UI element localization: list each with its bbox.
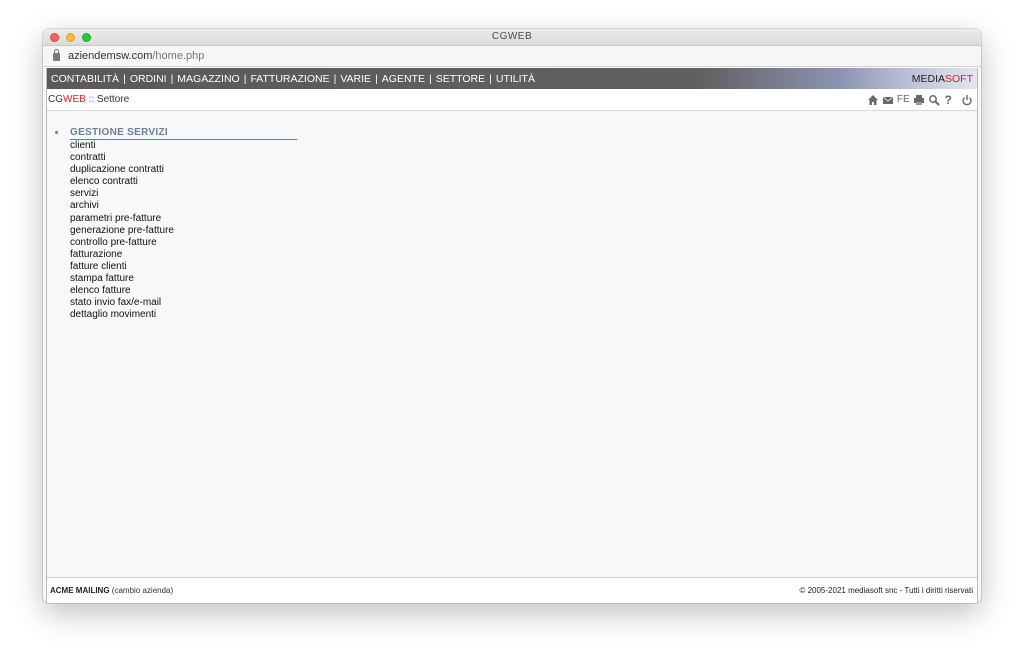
main-menu-bar: CONTABILITÀ | ORDINI | MAGAZZINO | FATTURAZION… <box>47 68 977 89</box>
main-menu: CONTABILITÀ | ORDINI | MAGAZZINO | FATTURAZION… <box>51 73 535 85</box>
menu-separator: | <box>333 72 337 85</box>
url-path: /home.php <box>152 50 205 62</box>
sub-header: CGWEB :: Settore FE ? <box>47 89 977 111</box>
lock-icon <box>53 49 60 61</box>
fe-button[interactable]: FE <box>897 94 910 105</box>
section-link[interactable]: parametri pre-fatture <box>70 213 977 225</box>
section-link[interactable]: contratti <box>70 152 977 164</box>
menu-separator: | <box>489 72 492 85</box>
menu-item-agente[interactable]: AGENTE <box>382 73 425 85</box>
section-title[interactable]: GESTIONE SERVIZI <box>70 127 297 140</box>
breadcrumb-separator: :: <box>85 94 97 105</box>
address-bar[interactable]: aziendemsw.com/home.php <box>43 46 981 67</box>
breadcrumb: CGWEB :: Settore <box>48 94 129 105</box>
menu-separator: | <box>375 72 378 85</box>
section-link[interactable]: controllo pre-fatture <box>70 237 977 249</box>
menu-item-fatturazione[interactable]: FATTURAZIONE <box>250 73 329 85</box>
menu-item-utilit[interactable]: UTILITÀ <box>496 73 535 85</box>
menu-item-settore[interactable]: SETTORE <box>436 73 485 85</box>
app-name-part2: WEB <box>63 94 86 105</box>
menu-separator: | <box>243 72 247 85</box>
help-icon[interactable]: ? <box>945 93 952 107</box>
toolbar-icons: FE ? <box>867 93 973 107</box>
menu-item-contabilit[interactable]: CONTABILITÀ <box>51 73 119 85</box>
window-titlebar: CGWEB <box>43 29 981 46</box>
section-link[interactable]: elenco contratti <box>70 176 977 188</box>
home-icon[interactable] <box>867 94 879 106</box>
company-name: ACME MAILING <box>50 586 110 595</box>
change-company-link[interactable]: (cambio azienda) <box>112 586 173 595</box>
search-icon[interactable] <box>928 94 940 106</box>
footer: ACME MAILING (cambio azienda) © 2005-202… <box>47 577 977 603</box>
app-name-part1: CG <box>48 94 63 105</box>
section-link[interactable]: stato invio fax/e-mail <box>70 297 977 309</box>
section-link[interactable]: fatture clienti <box>70 261 977 273</box>
copyright: © 2005-2021 mediasoft snc - Tutti i diri… <box>799 586 973 595</box>
power-icon[interactable] <box>961 94 973 106</box>
section-link[interactable]: clienti <box>70 140 977 152</box>
window-title: CGWEB <box>491 31 533 42</box>
section-link[interactable]: elenco fatture <box>70 285 977 297</box>
menu-separator: | <box>123 72 126 85</box>
url-domain: aziendemsw.com <box>68 50 153 62</box>
menu-separator: | <box>170 72 174 85</box>
brand-logo: MEDIASOFT <box>911 72 973 85</box>
menu-item-ordini[interactable]: ORDINI <box>130 73 167 85</box>
breadcrumb-page: Settore <box>96 94 130 105</box>
main-content: GESTIONE SERVIZI clienti contratti duplica… <box>47 111 977 321</box>
browser-window: CGWEB aziendemsw.com/home.php CONTABILIT… <box>43 29 981 603</box>
section-bullet <box>55 131 58 134</box>
section-link[interactable]: stampa fatture <box>70 273 977 285</box>
mail-icon[interactable] <box>882 94 894 106</box>
menu-item-varie[interactable]: VARIE <box>340 73 371 85</box>
menu-separator: | <box>428 72 432 85</box>
section-links: clienti contratti duplicazione contratti el… <box>70 140 977 321</box>
section-link[interactable]: fatturazione <box>70 249 977 261</box>
print-icon[interactable] <box>913 94 925 106</box>
section-link[interactable]: duplicazione contratti <box>70 164 977 176</box>
footer-company: ACME MAILING (cambio azienda) <box>50 586 173 595</box>
section-link[interactable]: servizi <box>70 188 977 200</box>
menu-item-magazzino[interactable]: MAGAZZINO <box>177 73 239 85</box>
section-link[interactable]: dettaglio movimenti <box>70 309 977 321</box>
section-link[interactable]: generazione pre-fatture <box>70 225 977 237</box>
section-link[interactable]: archivi <box>70 200 977 212</box>
page-content: CONTABILITÀ | ORDINI | MAGAZZINO | FATTURAZION… <box>46 68 978 603</box>
